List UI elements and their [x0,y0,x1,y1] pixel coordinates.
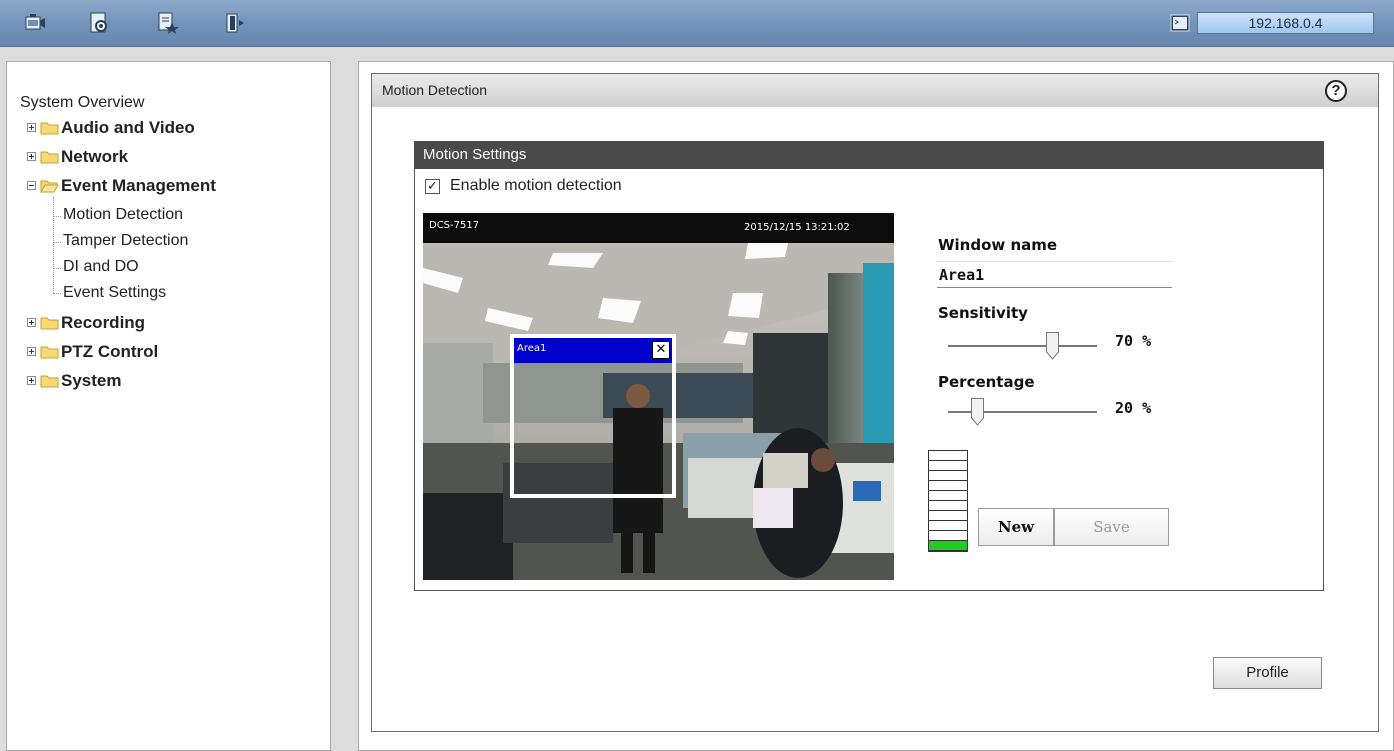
close-icon[interactable]: ✕ [652,341,670,359]
sensitivity-label: Sensitivity [938,304,1028,322]
meter-segment [929,481,967,491]
tree-connector [53,216,61,217]
camera-icon[interactable] [24,12,46,34]
folder-icon [40,375,59,388]
meter-segment [929,451,967,461]
folder-icon [40,346,59,359]
sidebar-item-network[interactable]: Network [61,147,128,167]
folder-icon [40,151,59,164]
percentage-value: 20 % [1115,399,1152,417]
enable-motion-checkbox[interactable]: ✓ [425,179,440,194]
camera-preview[interactable]: DCS-7517 2015/12/15 13:21:02 Area1 ✕ [423,213,894,580]
sidebar-subitem-event-settings[interactable]: Event Settings [63,284,166,302]
meter-segment [929,491,967,501]
motion-settings-title: Motion Settings [414,141,1324,169]
profile-button[interactable]: Profile [1213,657,1322,689]
sidebar-item-ptz-control[interactable]: PTZ Control [61,342,158,362]
meter-segment [929,511,967,521]
motion-window-area1[interactable]: Area1 ✕ [510,334,676,498]
sidebar-item-event-management[interactable]: Event Management [61,176,216,196]
collapse-icon[interactable] [27,181,36,190]
percentage-label: Percentage [938,373,1035,391]
panel-title: Motion Detection [372,74,1378,107]
window-name-label: Window name [938,236,1058,254]
meter-segment [929,471,967,481]
sidebar-subitem-di-do[interactable]: DI and DO [63,258,139,276]
motion-window-label: Area1 [517,343,547,354]
meter-segment [929,461,967,471]
sidebar-item-recording[interactable]: Recording [61,313,145,333]
sensitivity-slider-thumb[interactable] [1045,332,1059,360]
expand-icon[interactable] [27,123,36,132]
expand-icon[interactable] [27,376,36,385]
expand-icon[interactable] [27,318,36,327]
settings-icon[interactable] [89,12,111,34]
new-button[interactable]: New [978,508,1054,546]
logout-icon[interactable] [224,12,246,34]
help-icon[interactable]: ? [1325,80,1347,102]
tree-connector [53,197,54,293]
motion-level-meter [928,450,968,552]
meter-segment [929,501,967,511]
sidebar-item-system[interactable]: System [61,371,121,391]
sensitivity-slider-track[interactable] [948,345,1097,347]
window-name-input[interactable]: Area1 [937,261,1172,288]
folder-open-icon [40,180,59,193]
expand-icon[interactable] [27,152,36,161]
percentage-slider-thumb[interactable] [971,398,985,426]
motion-window-titlebar[interactable]: Area1 ✕ [514,338,672,363]
enable-motion-label: Enable motion detection [450,177,622,194]
camera-name-overlay: DCS-7517 [429,220,480,231]
sensitivity-value: 70 % [1115,332,1152,350]
sidebar-system-overview[interactable]: System Overview [20,94,144,112]
tree-connector [53,268,61,269]
expand-icon[interactable] [27,347,36,356]
save-button[interactable]: Save [1054,508,1169,546]
folder-icon [40,122,59,135]
tree-connector [53,242,61,243]
folder-icon [40,317,59,330]
favorites-icon[interactable] [157,12,179,34]
ip-address-display: 192.168.0.4 [1197,12,1374,34]
sidebar-subitem-tamper-detection[interactable]: Tamper Detection [63,232,188,250]
timestamp-overlay: 2015/12/15 13:21:02 [744,222,850,233]
sidebar-item-audio-video[interactable]: Audio and Video [61,118,195,138]
sidebar-subitem-motion-detection[interactable]: Motion Detection [63,206,183,224]
meter-segment [929,541,967,551]
sidebar [6,61,331,751]
tree-connector [53,293,61,294]
meter-segment [929,531,967,541]
terminal-icon [1170,14,1190,32]
meter-segment [929,521,967,531]
